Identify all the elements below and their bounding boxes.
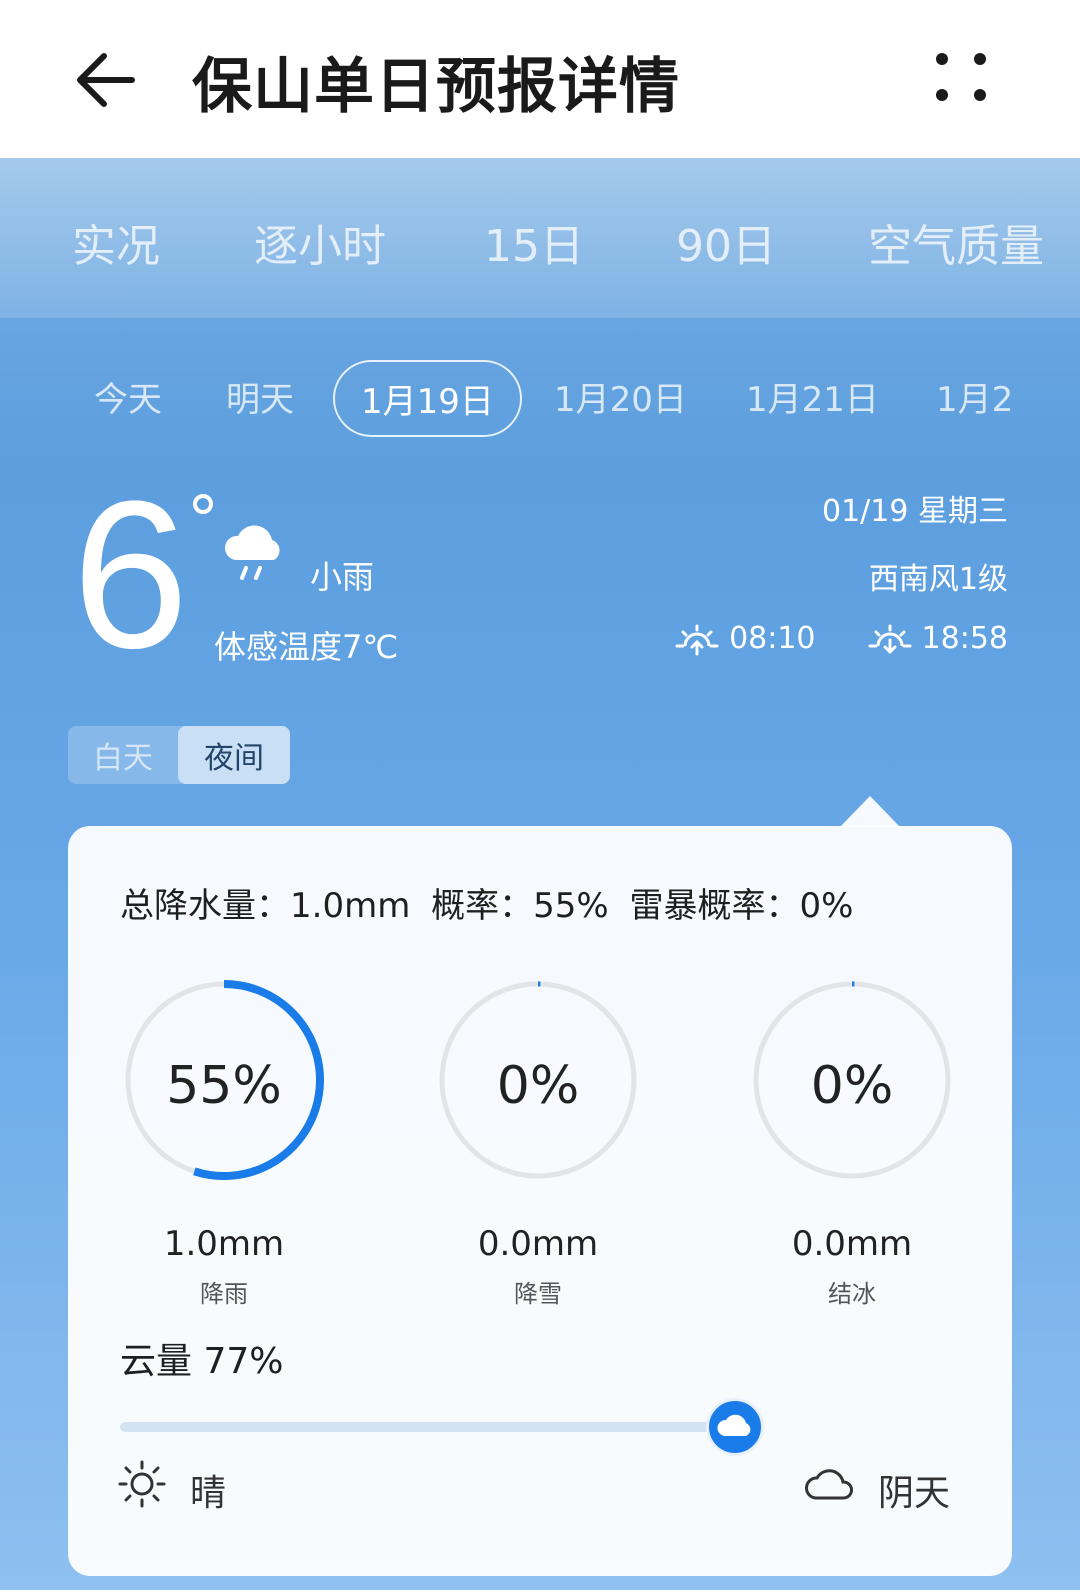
day-night-toggle: 白天 夜间	[68, 726, 290, 784]
sun-icon	[116, 1458, 168, 1510]
date-weekday: 01/19 星期三	[822, 494, 1008, 529]
snow-probability-value: 0%	[496, 1056, 580, 1116]
sunset-icon	[866, 620, 914, 656]
date-tab-jan20[interactable]: 1月20日	[554, 372, 687, 421]
precip-summary: 总降水量：1.0mm 概率：55% 雷暴概率：0%	[120, 878, 863, 927]
rain-label: 降雨	[200, 1280, 248, 1308]
precip-probability: 概率：55%	[431, 886, 609, 926]
cloud-cover-track	[120, 1422, 760, 1432]
date-tab-jan21[interactable]: 1月21日	[746, 372, 879, 421]
tab-air-quality[interactable]: 空气质量	[868, 210, 1044, 274]
precipitation-card: 总降水量：1.0mm 概率：55% 雷暴概率：0% 55% 1.0mm 降雨 0…	[68, 826, 1012, 1576]
tab-15day[interactable]: 15日	[484, 210, 584, 274]
tab-90day[interactable]: 90日	[676, 210, 776, 274]
sun-times: 08:10 18:58	[673, 620, 1008, 656]
rain-probability-value: 55%	[166, 1056, 282, 1116]
snow-label: 降雪	[514, 1280, 562, 1308]
snow-amount: 0.0mm	[477, 1224, 599, 1264]
feels-like-text: 体感温度7℃	[214, 628, 399, 666]
tab-live[interactable]: 实况	[72, 210, 160, 274]
toggle-night[interactable]: 夜间	[178, 726, 290, 784]
cloud-icon	[716, 1412, 754, 1442]
thunder-probability: 雷暴概率：0%	[629, 886, 854, 926]
more-options-icon[interactable]	[930, 45, 1000, 115]
toggle-day[interactable]: 白天	[68, 726, 178, 784]
date-tab-today[interactable]: 今天	[94, 372, 162, 421]
back-arrow-icon[interactable]	[70, 40, 150, 120]
ice-probability-value: 0%	[810, 1056, 894, 1116]
date-tab-jan19[interactable]: 1月19日	[333, 360, 522, 437]
total-precip: 总降水量：1.0mm	[120, 886, 411, 926]
date-tab-jan2x[interactable]: 1月2	[936, 372, 1013, 421]
sunrise-time: 08:10	[729, 620, 816, 656]
degree-symbol	[193, 494, 213, 514]
cloud-cover-label: 云量 77%	[120, 1341, 284, 1382]
overcast-label: 阴天	[878, 1473, 951, 1514]
rain-amount: 1.0mm	[163, 1224, 285, 1264]
card-pointer	[840, 796, 900, 827]
main-tab-bar: 实况 逐小时 15日 90日 空气质量	[0, 158, 1080, 318]
condition-text: 小雨	[310, 558, 375, 596]
tab-hourly[interactable]: 逐小时	[254, 210, 386, 274]
sunny-label: 晴	[190, 1473, 227, 1514]
light-rain-icon	[220, 520, 290, 584]
app-header: 保山单日预报详情	[0, 0, 1080, 158]
current-temperature: 6	[72, 457, 189, 692]
page-title: 保山单日预报详情	[192, 52, 680, 122]
cloud-cover-thumb[interactable]	[705, 1398, 764, 1456]
ice-label: 结冰	[828, 1280, 876, 1308]
sunrise-icon	[673, 620, 721, 656]
sunset-time: 18:58	[921, 620, 1008, 656]
ice-amount: 0.0mm	[791, 1224, 913, 1264]
date-tab-tomorrow[interactable]: 明天	[226, 372, 294, 421]
overcast-cloud-icon	[804, 1464, 856, 1504]
wind-info: 西南风1级	[868, 562, 1008, 597]
